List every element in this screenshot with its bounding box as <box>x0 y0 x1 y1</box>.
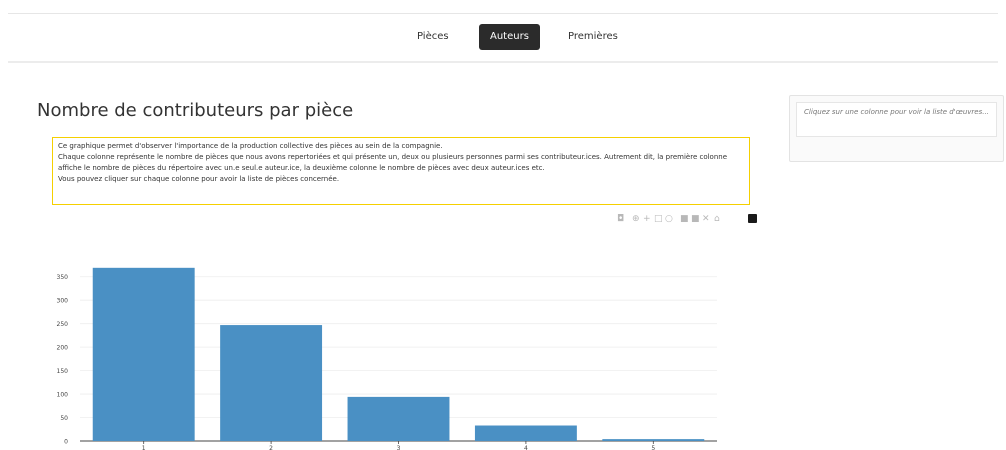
bar-2[interactable] <box>220 325 323 441</box>
page-title: Nombre de contributeurs par pièce <box>37 100 354 121</box>
y-tick-label: 200 <box>57 345 69 352</box>
zoom-out-icon[interactable]: ■ <box>691 214 700 224</box>
nav-item-auteurs[interactable]: Auteurs <box>479 24 540 50</box>
x-axis-ticks: 1 2 3 4 5 <box>142 441 655 450</box>
y-tick-label: 0 <box>64 439 68 446</box>
y-tick-label: 100 <box>57 392 69 399</box>
nav-item-premieres[interactable]: Premières <box>568 24 618 50</box>
x-tick-label: 3 <box>397 445 401 450</box>
x-tick-label: 5 <box>651 445 655 450</box>
camera-icon[interactable]: ◘ <box>617 214 624 224</box>
chart-bars <box>92 267 705 441</box>
bar-5[interactable] <box>602 439 705 441</box>
zoom-in-icon[interactable]: ■ <box>680 214 689 224</box>
side-panel: Cliquez sur une colonne pour voir la lis… <box>789 95 1004 162</box>
y-axis-ticks: 0 50 100 150 200 250 300 350 <box>57 274 69 445</box>
description-box: Ce graphique permet d'observer l'importa… <box>52 137 750 205</box>
nav-divider-top <box>8 13 998 14</box>
bar-1[interactable] <box>92 267 195 441</box>
plotly-logo-icon[interactable] <box>748 214 757 223</box>
reset-axes-icon[interactable]: ⌂ <box>714 214 720 224</box>
nav-divider-bottom <box>8 61 998 63</box>
x-tick-label: 4 <box>524 445 528 450</box>
lasso-icon[interactable]: ○ <box>665 214 673 224</box>
bar-3[interactable] <box>347 396 450 441</box>
description-line-2: Chaque colonne représente le nombre de p… <box>58 153 728 172</box>
y-tick-label: 350 <box>57 274 69 281</box>
autoscale-icon[interactable]: ✕ <box>702 214 710 224</box>
zoom-icon[interactable]: ⊕ <box>632 214 640 224</box>
x-tick-label: 1 <box>142 445 146 450</box>
y-tick-label: 300 <box>57 298 69 305</box>
pan-icon[interactable]: + <box>643 214 651 224</box>
y-tick-label: 150 <box>57 368 69 375</box>
y-tick-label: 50 <box>60 415 68 422</box>
side-panel-message: Cliquez sur une colonne pour voir la lis… <box>796 102 997 137</box>
top-nav: Pièces Auteurs Premières <box>0 0 1006 63</box>
description-line-1: Ce graphique permet d'observer l'importa… <box>58 142 443 150</box>
bar-4[interactable] <box>474 425 577 441</box>
x-tick-label: 2 <box>269 445 273 450</box>
nav-item-pieces[interactable]: Pièces <box>417 24 449 50</box>
y-tick-label: 250 <box>57 321 69 328</box>
box-select-icon[interactable]: □ <box>654 214 663 224</box>
bar-chart: 0 50 100 150 200 250 300 350 1 2 3 4 5 <box>57 267 717 450</box>
description-line-3: Vous pouvez cliquer sur chaque colonne p… <box>58 175 340 183</box>
